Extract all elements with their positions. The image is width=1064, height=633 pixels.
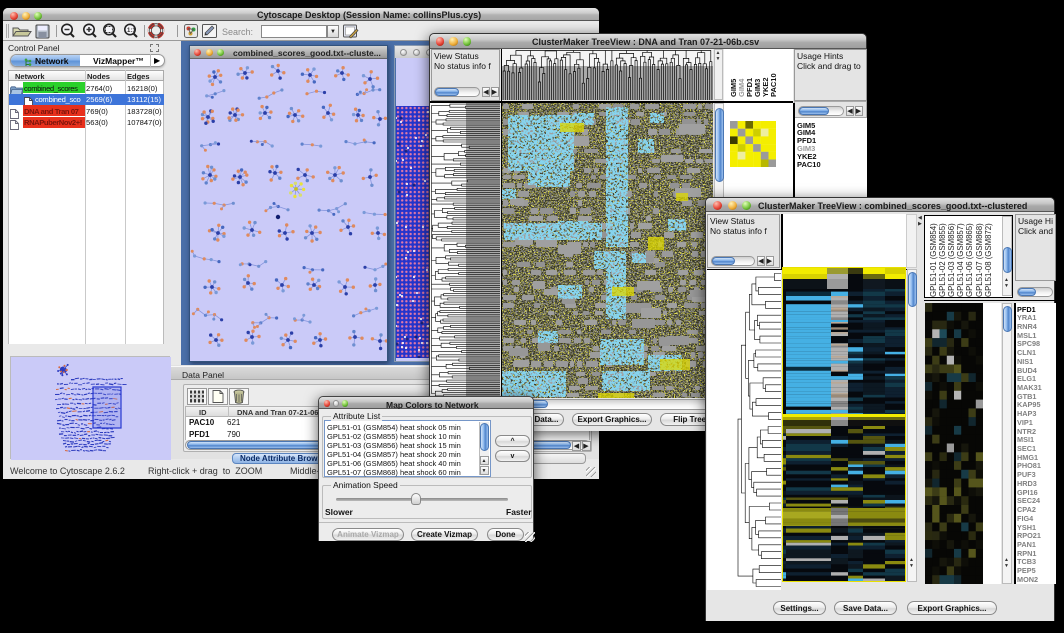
svg-text:1:1: 1:1 [127, 28, 136, 34]
